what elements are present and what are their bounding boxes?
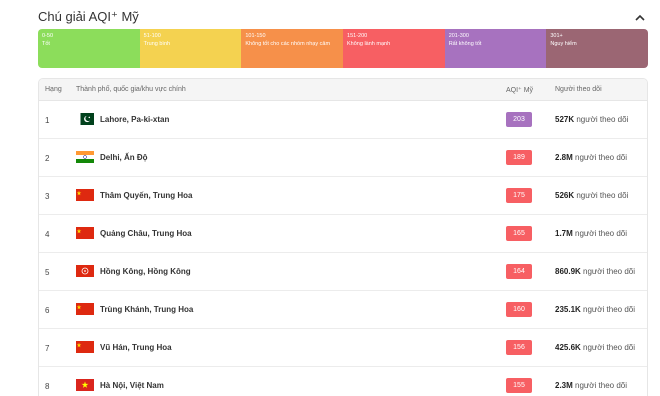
followers-count: 526K người theo dõi bbox=[555, 191, 628, 200]
china-flag-icon bbox=[76, 341, 94, 353]
table-row[interactable]: 5 Hồng Kông, Hồng Kông 164 860.9K người … bbox=[39, 253, 647, 291]
city-link[interactable]: Hà Nội, Việt Nam bbox=[100, 381, 164, 390]
china-flag-icon bbox=[76, 303, 94, 315]
followers-value: 526K bbox=[555, 191, 575, 200]
legend-label: Trung bình bbox=[143, 41, 171, 48]
followers-value: 860.9K bbox=[555, 267, 581, 276]
legend-segment-moderate: 51-100 Trung bình bbox=[139, 29, 242, 68]
legend-segment-hazardous: 301+ Nguy hiểm bbox=[546, 29, 648, 68]
followers-value: 235.1K bbox=[555, 305, 581, 314]
followers-value: 2.8M bbox=[555, 153, 573, 162]
followers-suffix: người theo dõi bbox=[583, 267, 635, 276]
aqi-legend-bar: 0-50 Tốt 51-100 Trung bình 101-150 Không… bbox=[38, 29, 648, 68]
table-header: Hạng Thành phố, quốc gia/khu vực chính A… bbox=[39, 79, 647, 101]
aqi-badge: 189 bbox=[506, 150, 532, 165]
followers-value: 1.7M bbox=[555, 229, 573, 238]
followers-count: 235.1K người theo dõi bbox=[555, 305, 635, 314]
legend-range: 151-200 bbox=[347, 33, 368, 39]
table-row[interactable]: 3 Thâm Quyến, Trung Hoa 175 526K người t… bbox=[39, 177, 647, 215]
legend-range: 301+ bbox=[550, 33, 563, 39]
legend-range: 51-100 bbox=[143, 33, 161, 39]
followers-count: 2.8M người theo dõi bbox=[555, 153, 627, 162]
table-row[interactable]: 4 Quảng Châu, Trung Hoa 165 1.7M người t… bbox=[39, 215, 647, 253]
table-row[interactable]: 6 Trùng Khánh, Trung Hoa 160 235.1K ngườ… bbox=[39, 291, 647, 329]
followers-suffix: người theo dõi bbox=[583, 343, 635, 352]
header-followers: Người theo dõi bbox=[555, 86, 602, 93]
city-link[interactable]: Quảng Châu, Trung Hoa bbox=[100, 229, 192, 238]
followers-count: 425.6K người theo dõi bbox=[555, 343, 635, 352]
hong-kong-flag-icon bbox=[76, 265, 94, 277]
table-row[interactable]: 1 Lahore, Pa-ki-xtan 203 527K người theo… bbox=[39, 101, 647, 139]
rank-number: 2 bbox=[45, 154, 50, 163]
header-rank: Hạng bbox=[45, 86, 62, 93]
followers-count: 527K người theo dõi bbox=[555, 115, 628, 124]
legend-label: Không tốt cho các nhóm nhạy cảm bbox=[245, 41, 331, 48]
header-aqi: AQI⁺ Mỹ bbox=[506, 87, 534, 94]
rank-number: 5 bbox=[45, 268, 50, 277]
legend-segment-unhealthy: 151-200 Không lành mạnh bbox=[343, 29, 445, 68]
followers-count: 860.9K người theo dõi bbox=[555, 267, 635, 276]
followers-suffix: người theo dõi bbox=[575, 153, 627, 162]
rank-number: 1 bbox=[45, 116, 50, 125]
table-row[interactable]: 2 Delhi, Ấn Độ 189 2.8M người theo dõi bbox=[39, 139, 647, 177]
legend-range: 201-300 bbox=[448, 33, 469, 39]
aqi-badge: 156 bbox=[506, 340, 532, 355]
legend-segment-sensitive: 101-150 Không tốt cho các nhóm nhạy cảm bbox=[241, 29, 344, 68]
header-city: Thành phố, quốc gia/khu vực chính bbox=[76, 86, 186, 93]
rank-number: 7 bbox=[45, 344, 50, 353]
rank-number: 4 bbox=[45, 230, 50, 239]
city-link[interactable]: Delhi, Ấn Độ bbox=[100, 153, 148, 162]
rank-number: 3 bbox=[45, 192, 50, 201]
table-row[interactable]: 7 Vũ Hán, Trung Hoa 156 425.6K người the… bbox=[39, 329, 647, 367]
city-link[interactable]: Vũ Hán, Trung Hoa bbox=[100, 343, 172, 352]
city-link[interactable]: Lahore, Pa-ki-xtan bbox=[100, 115, 169, 124]
aqi-badge: 165 bbox=[506, 226, 532, 241]
followers-value: 425.6K bbox=[555, 343, 581, 352]
city-link[interactable]: Thâm Quyến, Trung Hoa bbox=[100, 191, 192, 200]
legend-label: Rất không tốt bbox=[448, 41, 482, 48]
legend-segment-very-unhealthy: 201-300 Rất không tốt bbox=[444, 29, 547, 68]
chevron-up-icon[interactable] bbox=[634, 11, 646, 23]
aqi-badge: 164 bbox=[506, 264, 532, 279]
legend-label: Tốt bbox=[42, 41, 50, 48]
followers-suffix: người theo dõi bbox=[576, 191, 629, 200]
legend-label: Nguy hiểm bbox=[550, 41, 577, 48]
followers-count: 1.7M người theo dõi bbox=[555, 229, 627, 238]
followers-value: 527K bbox=[555, 115, 575, 124]
aqi-badge: 160 bbox=[506, 302, 532, 317]
china-flag-icon bbox=[76, 227, 94, 239]
rank-number: 8 bbox=[45, 382, 50, 391]
city-link[interactable]: Trùng Khánh, Trung Hoa bbox=[100, 305, 193, 314]
india-flag-icon bbox=[76, 151, 94, 163]
table-row[interactable]: 8 Hà Nội, Việt Nam 155 2.3M người theo d… bbox=[39, 367, 647, 396]
city-link[interactable]: Hồng Kông, Hồng Kông bbox=[100, 267, 191, 276]
aqi-badge: 155 bbox=[506, 378, 532, 393]
followers-suffix: người theo dõi bbox=[575, 381, 627, 390]
followers-count: 2.3M người theo dõi bbox=[555, 381, 627, 390]
vietnam-flag-icon bbox=[76, 379, 94, 391]
rank-number: 6 bbox=[45, 306, 50, 315]
pakistan-flag-icon bbox=[76, 113, 94, 125]
followers-value: 2.3M bbox=[555, 381, 573, 390]
legend-segment-good: 0-50 Tốt bbox=[38, 29, 140, 68]
aqi-badge: 175 bbox=[506, 188, 532, 203]
followers-suffix: người theo dõi bbox=[576, 115, 629, 124]
legend-range: 0-50 bbox=[42, 33, 54, 39]
legend-header: Chú giải AQI⁺ Mỹ bbox=[38, 8, 650, 26]
legend-title: Chú giải AQI⁺ Mỹ bbox=[38, 9, 139, 24]
aqi-badge: 203 bbox=[506, 112, 532, 127]
followers-suffix: người theo dõi bbox=[575, 229, 627, 238]
followers-suffix: người theo dõi bbox=[583, 305, 635, 314]
legend-range: 101-150 bbox=[245, 33, 266, 39]
city-ranking-table: Hạng Thành phố, quốc gia/khu vực chính A… bbox=[38, 78, 648, 396]
legend-label: Không lành mạnh bbox=[347, 41, 391, 48]
china-flag-icon bbox=[76, 189, 94, 201]
